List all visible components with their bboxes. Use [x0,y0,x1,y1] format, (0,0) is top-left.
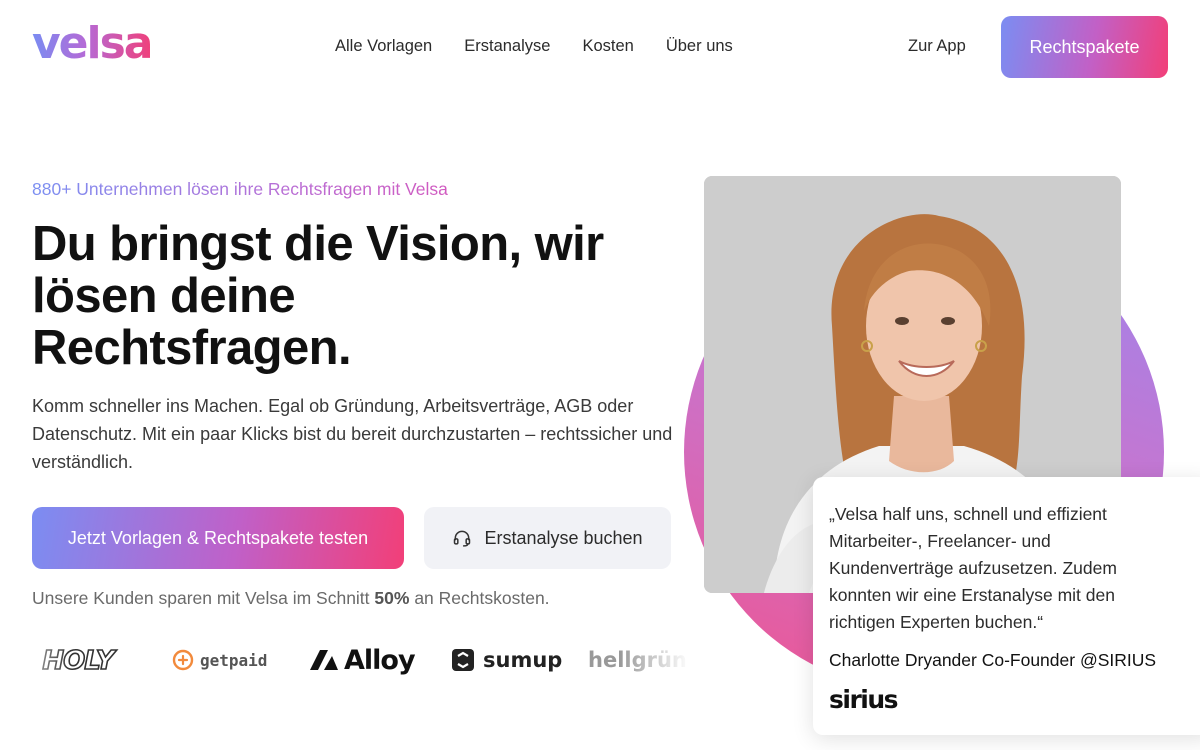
savings-note: Unsere Kunden sparen mit Velsa im Schnit… [32,588,550,609]
testimonial-card: „Velsa half uns, schnell und effizient M… [813,477,1200,735]
sumup-logo: sumup [451,636,562,684]
try-templates-button[interactable]: Jetzt Vorlagen & Rechtspakete testen [32,507,404,569]
savings-value: 50% [374,588,410,608]
getpaid-icon [172,649,194,671]
hero-eyebrow: 880+ Unternehmen lösen ihre Rechtsfragen… [32,179,448,199]
book-analysis-button[interactable]: Erstanalyse buchen [424,507,671,569]
top-navigation: velsa Alle Vorlagen Erstanalyse Kosten Ü… [0,0,1200,94]
savings-prefix: Unsere Kunden sparen mit Velsa im Schnit… [32,588,370,608]
hero-headline: Du bringst die Vision, wir lösen deine R… [32,218,672,374]
getpaid-logo: getpaid [172,636,267,684]
headline-line-2: lösen deine [32,269,296,323]
headline-line-3: Rechtsfragen. [32,321,352,375]
headline-line-1: Du bringst die Vision, wir [32,217,604,271]
testimonial-quote: „Velsa half uns, schnell und effizient M… [829,504,1117,632]
alloy-logo: Alloy [308,636,416,684]
logo-fade-right [620,630,690,690]
velsa-logo[interactable]: velsa [32,22,153,66]
logo-fade-left [0,630,70,690]
testimonial-author: Charlotte Dryander Co-Founder @SIRIUS [829,650,1157,670]
alloy-wordmark: Alloy [344,644,416,676]
sirius-logo: sirius [829,685,899,714]
nav-link-erstanalyse[interactable]: Erstanalyse [464,37,550,56]
sumup-icon [452,649,474,671]
nav-link-alle-vorlagen[interactable]: Alle Vorlagen [335,37,432,56]
main-nav: Alle Vorlagen Erstanalyse Kosten Über un… [335,37,733,56]
zur-app-link[interactable]: Zur App [908,37,966,56]
savings-suffix: an Rechtskosten. [414,588,550,608]
book-analysis-label: Erstanalyse buchen [484,527,643,548]
getpaid-wordmark: getpaid [200,650,268,670]
sumup-wordmark: sumup [483,648,563,672]
nav-link-kosten[interactable]: Kosten [582,37,633,56]
hero-subtext: Komm schneller ins Machen. Egal ob Gründ… [32,396,673,472]
rechtspakete-button[interactable]: Rechtspakete [1001,16,1168,78]
customer-logos: HOLY getpaid Alloy sumup hellgrün [32,636,687,684]
nav-link-ueber-uns[interactable]: Über uns [666,37,733,56]
headset-icon [454,530,471,547]
alloy-icon [310,650,338,670]
